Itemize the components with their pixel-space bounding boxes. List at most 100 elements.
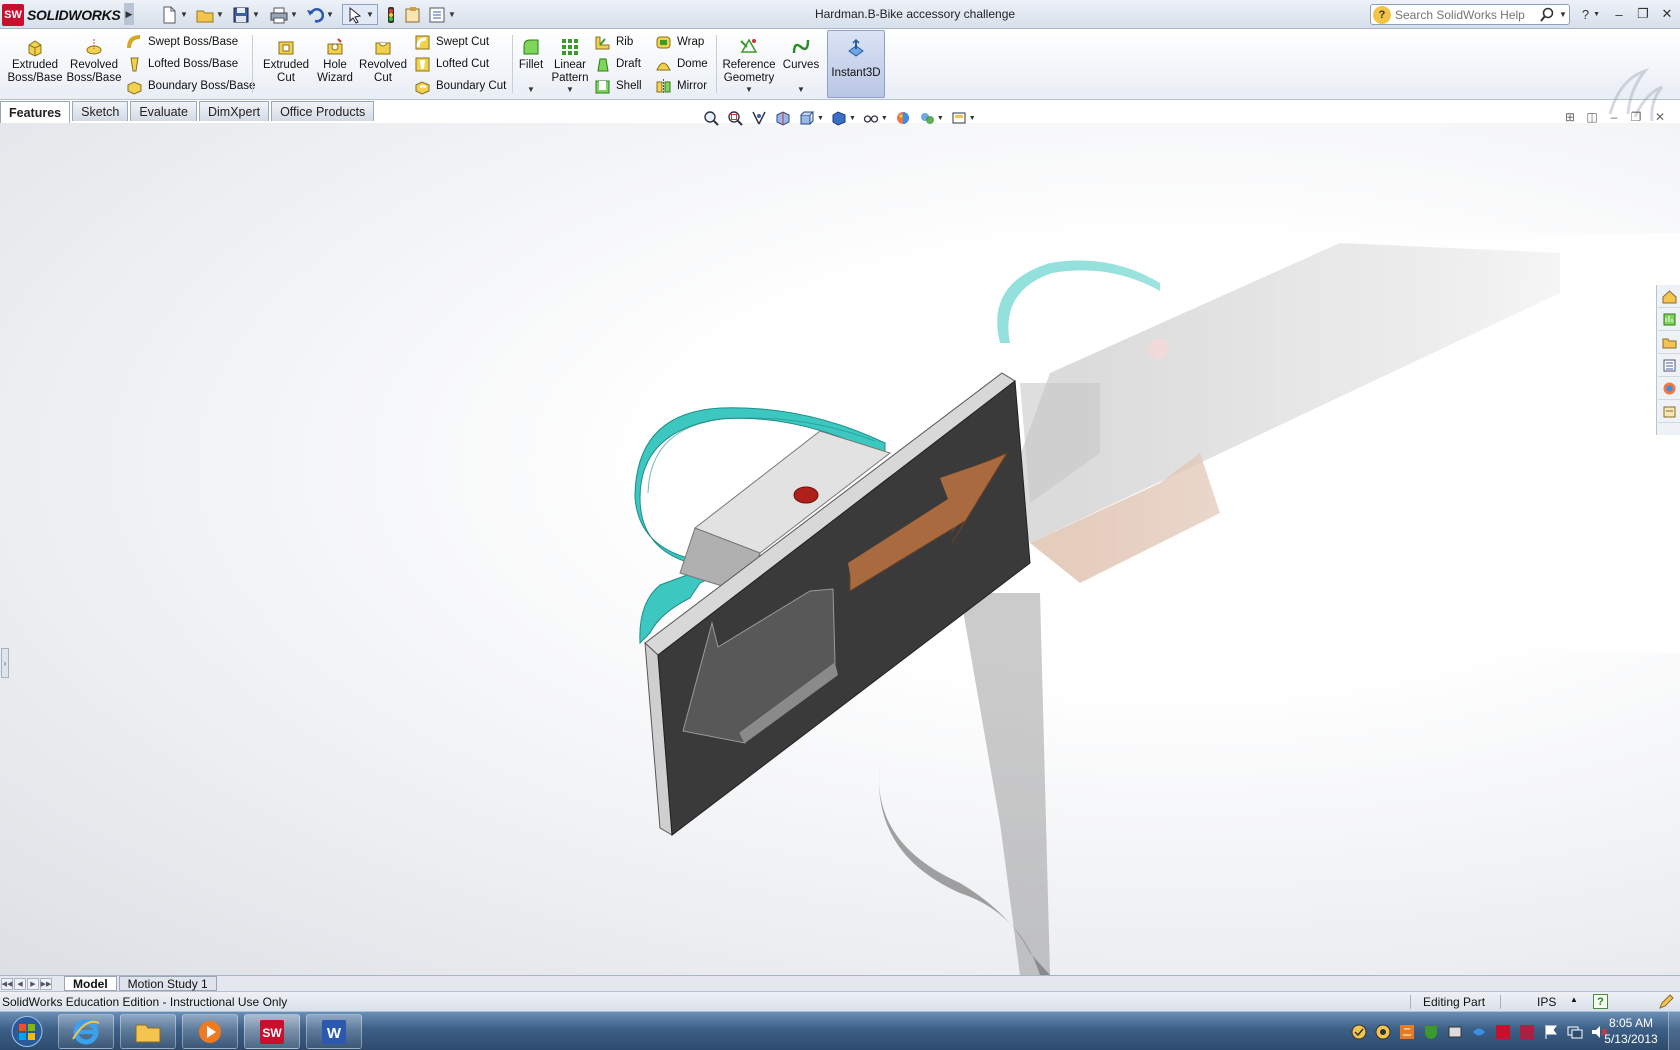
taskbar-solidworks[interactable]: SW	[244, 1014, 300, 1049]
task-pane-custom-properties-button[interactable]	[1658, 401, 1680, 423]
swept-boss-button[interactable]: Swept Boss/Base	[126, 32, 238, 52]
part-model-view[interactable]	[0, 123, 1680, 975]
revolved-boss-button[interactable]: Revolved Boss/Base	[66, 33, 122, 95]
windows-start-button[interactable]	[4, 1014, 50, 1049]
apply-scene-button[interactable]	[916, 108, 938, 128]
mirror-button[interactable]: Mirror	[655, 76, 707, 96]
task-pane-file-explorer-button[interactable]	[1658, 332, 1680, 354]
taskbar-clock[interactable]: 8:05 AM 5/13/2013	[1596, 1015, 1666, 1047]
save-button[interactable]: ▼	[232, 4, 260, 25]
select-button[interactable]: ▼	[342, 4, 378, 25]
apply-scene-dropdown-icon[interactable]: ▼	[937, 115, 944, 122]
new-document-dropdown-icon[interactable]: ▼	[180, 10, 188, 19]
zoom-to-fit-button[interactable]	[700, 108, 722, 128]
menu-flyout-arrow-icon[interactable]: ▶	[124, 3, 134, 25]
curves-dropdown-icon[interactable]: ▼	[797, 85, 805, 94]
hide-show-items-button[interactable]	[860, 108, 882, 128]
rebuild-button[interactable]	[382, 4, 400, 25]
doc-restore-button[interactable]: ❐	[1626, 108, 1646, 126]
task-pane-design-library-button[interactable]	[1658, 309, 1680, 331]
tray-update-icon[interactable]	[1374, 1023, 1392, 1041]
task-pane-home-button[interactable]	[1658, 286, 1680, 308]
tray-network-icon[interactable]	[1566, 1023, 1584, 1041]
hole-wizard-button[interactable]: Hole Wizard	[314, 33, 356, 95]
status-units[interactable]: IPS	[1537, 995, 1556, 1009]
print-button[interactable]: ▼	[270, 4, 298, 25]
tray-action-center-flag-icon[interactable]	[1542, 1023, 1560, 1041]
undo-dropdown-icon[interactable]: ▼	[326, 10, 334, 19]
next-tab-arrow-icon[interactable]: ▶	[27, 977, 39, 990]
last-tab-arrow-icon[interactable]: ▶▶	[40, 977, 52, 990]
search-magnifier-icon[interactable]	[1539, 7, 1555, 23]
boundary-boss-button[interactable]: Boundary Boss/Base	[126, 76, 255, 96]
prev-tab-arrow-icon[interactable]: ◀	[14, 977, 26, 990]
section-view-button[interactable]	[772, 108, 794, 128]
graphics-area[interactable]: › Y Z X	[0, 123, 1680, 975]
first-tab-arrow-icon[interactable]: ◀◀	[1, 977, 13, 990]
shell-button[interactable]: Shell	[594, 76, 642, 96]
taskbar-word[interactable]: W	[306, 1014, 362, 1049]
feature-manager-collapse-handle[interactable]: ›	[1, 648, 9, 678]
units-dropdown-icon[interactable]: ▲	[1570, 995, 1578, 1004]
rib-button[interactable]: Rib	[594, 32, 633, 52]
hide-show-dropdown-icon[interactable]: ▼	[881, 115, 888, 122]
tray-solidworks-icon[interactable]	[1494, 1023, 1512, 1041]
instant3d-button[interactable]: Instant3D	[827, 30, 885, 98]
boundary-cut-button[interactable]: Boundary Cut	[414, 76, 506, 96]
taskbar-file-explorer[interactable]	[120, 1014, 176, 1049]
open-button[interactable]: ▼	[196, 4, 224, 25]
select-dropdown-icon[interactable]: ▼	[366, 10, 374, 19]
tray-bluetooth-icon[interactable]	[1470, 1023, 1488, 1041]
draft-button[interactable]: Draft	[594, 54, 641, 74]
task-pane-view-palette-button[interactable]	[1658, 355, 1680, 377]
viewport-split-button[interactable]: ◫	[1582, 108, 1602, 126]
tray-solidworks-rx-icon[interactable]	[1518, 1023, 1536, 1041]
restore-button[interactable]: ❐	[1632, 4, 1654, 24]
help-search-box[interactable]: ? ▼	[1370, 4, 1570, 25]
tab-dimxpert[interactable]: DimXpert	[198, 101, 270, 121]
tray-security-icon[interactable]	[1422, 1023, 1440, 1041]
tab-sketch[interactable]: Sketch	[72, 101, 129, 121]
tray-java-icon[interactable]	[1398, 1023, 1416, 1041]
lofted-boss-button[interactable]: Lofted Boss/Base	[126, 54, 238, 74]
options-button[interactable]: ▼	[428, 4, 456, 25]
taskbar-media-player[interactable]	[182, 1014, 238, 1049]
undo-button[interactable]: ▼	[306, 4, 334, 25]
task-pane-appearances-button[interactable]	[1658, 378, 1680, 400]
display-style-dropdown-icon[interactable]: ▼	[849, 115, 856, 122]
view-orientation-button[interactable]	[796, 108, 818, 128]
options-dropdown-icon[interactable]: ▼	[448, 10, 456, 19]
close-button[interactable]: ✕	[1656, 4, 1678, 24]
view-settings-dropdown-icon[interactable]: ▼	[969, 115, 976, 122]
doc-close-button[interactable]: ✕	[1650, 108, 1670, 126]
file-properties-button[interactable]	[404, 4, 422, 25]
print-dropdown-icon[interactable]: ▼	[290, 10, 298, 19]
edit-appearance-button[interactable]	[892, 108, 914, 128]
view-orientation-dropdown-icon[interactable]: ▼	[817, 115, 824, 122]
display-style-button[interactable]	[828, 108, 850, 128]
revolved-cut-button[interactable]: Revolved Cut	[358, 33, 408, 95]
taskbar-internet-explorer[interactable]	[58, 1014, 114, 1049]
tray-device-icon[interactable]	[1446, 1023, 1464, 1041]
extruded-cut-button[interactable]: Extruded Cut	[258, 33, 314, 95]
solidworks-logo[interactable]: SW SOLIDWORKS	[2, 3, 121, 26]
reference-geometry-dropdown-icon[interactable]: ▼	[745, 85, 753, 94]
tab-evaluate[interactable]: Evaluate	[130, 101, 197, 121]
zoom-to-area-button[interactable]	[724, 108, 746, 128]
help-search-input[interactable]	[1395, 5, 1535, 24]
save-dropdown-icon[interactable]: ▼	[252, 10, 260, 19]
tab-features[interactable]: Features	[0, 101, 71, 123]
status-help-icon[interactable]: ?	[1593, 994, 1608, 1009]
show-desktop-button[interactable]	[1668, 1012, 1680, 1050]
extruded-boss-button[interactable]: Extruded Boss/Base	[6, 33, 64, 95]
dome-button[interactable]: Dome	[655, 54, 708, 74]
viewport-tile-button[interactable]: ⊞	[1560, 108, 1580, 126]
doc-minimize-button[interactable]: –	[1604, 108, 1624, 126]
view-settings-button[interactable]	[948, 108, 970, 128]
fillet-dropdown-icon[interactable]: ▼	[527, 85, 535, 94]
lofted-cut-button[interactable]: Lofted Cut	[414, 54, 489, 74]
tab-model[interactable]: Model	[64, 976, 117, 991]
tab-motion-study-1[interactable]: Motion Study 1	[118, 976, 217, 991]
swept-cut-button[interactable]: Swept Cut	[414, 32, 489, 52]
help-search-dropdown-icon[interactable]: ▼	[1559, 10, 1567, 19]
